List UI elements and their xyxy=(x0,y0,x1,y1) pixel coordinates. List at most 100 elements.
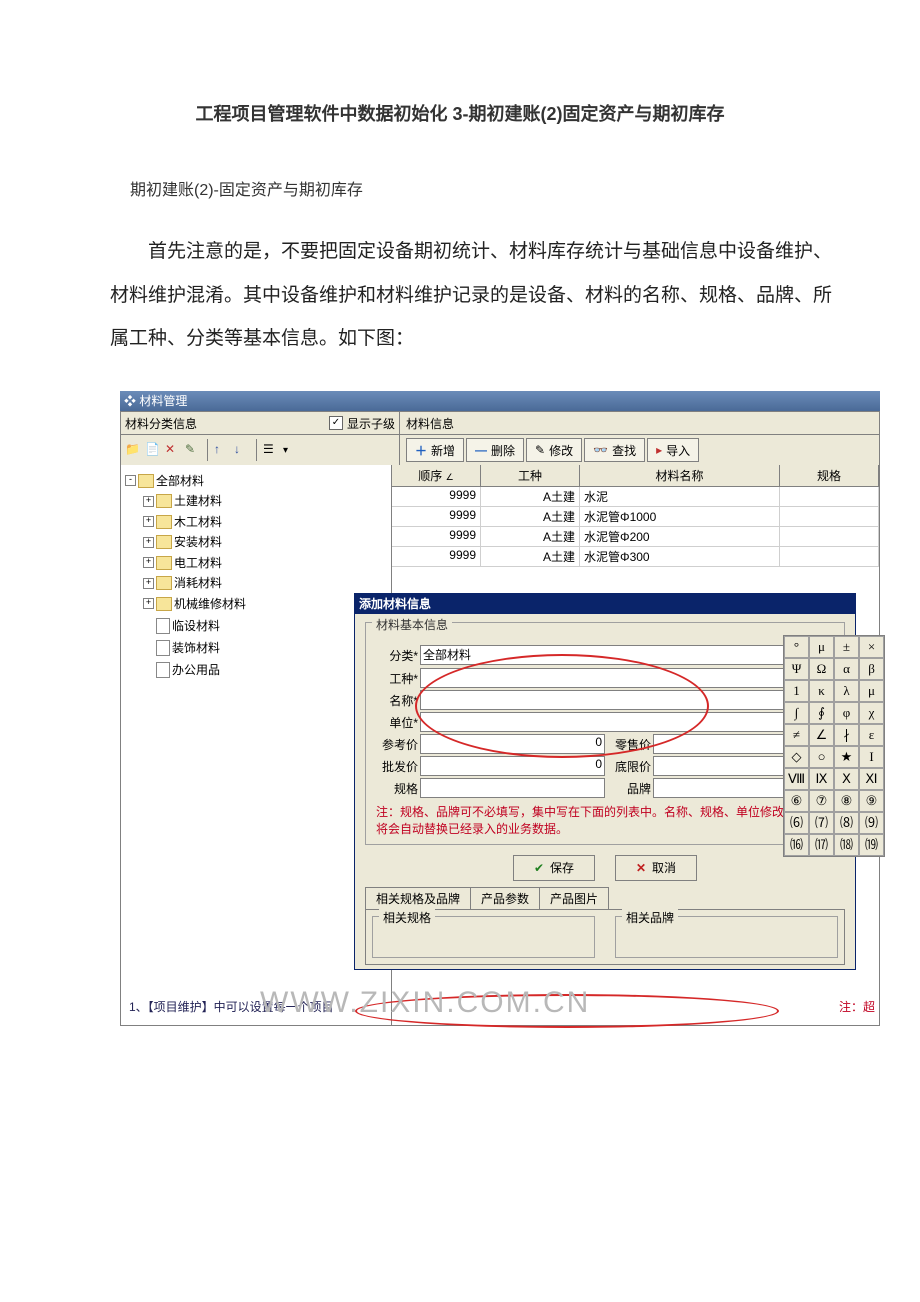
symbol-key[interactable]: φ xyxy=(834,702,859,724)
tree-item[interactable]: 临设材料 xyxy=(172,617,220,635)
symbol-key[interactable]: ⒆ xyxy=(859,834,884,856)
tree-item[interactable]: 机械维修材料 xyxy=(174,595,246,613)
expand-icon[interactable]: + xyxy=(143,578,154,589)
symbol-key[interactable]: ∤ xyxy=(834,724,859,746)
delete-icon[interactable]: ✕ xyxy=(165,442,181,458)
col-seq[interactable]: 顺序 ∠ xyxy=(392,465,481,486)
symbol-key[interactable]: 1 xyxy=(784,680,809,702)
symbol-key[interactable]: ° xyxy=(784,636,809,658)
symbol-key[interactable]: μ xyxy=(859,680,884,702)
symbol-key[interactable]: ★ xyxy=(834,746,859,768)
save-button[interactable]: ✔保存 xyxy=(513,855,595,881)
show-sublevel-checkbox[interactable]: ✓ xyxy=(329,416,343,430)
symbol-key[interactable]: ○ xyxy=(809,746,834,768)
expand-icon[interactable]: - xyxy=(125,475,136,486)
cancel-button[interactable]: ✕取消 xyxy=(615,855,697,881)
search-button[interactable]: 👓查找 xyxy=(584,438,645,462)
symbol-key[interactable]: Ⅺ xyxy=(859,768,884,790)
divider xyxy=(207,439,208,461)
symbol-key[interactable]: ⑼ xyxy=(859,812,884,834)
symbol-key[interactable]: ⑹ xyxy=(784,812,809,834)
edit-tree-icon[interactable]: ✎ xyxy=(185,442,201,458)
tree-item[interactable]: 电工材料 xyxy=(174,554,222,572)
tree-root[interactable]: 全部材料 xyxy=(156,472,204,490)
tree-item[interactable]: 木工材料 xyxy=(174,513,222,531)
symbol-key[interactable]: μ xyxy=(809,636,834,658)
symbol-key[interactable]: ⑨ xyxy=(859,790,884,812)
symbol-key[interactable]: ⑧ xyxy=(834,790,859,812)
symbol-key[interactable]: ∫ xyxy=(784,702,809,724)
x-icon: ✕ xyxy=(636,861,646,875)
expand-icon[interactable]: + xyxy=(143,557,154,568)
symbol-key[interactable]: Ⅷ xyxy=(784,768,809,790)
symbol-key[interactable]: Ψ xyxy=(784,658,809,680)
symbol-key[interactable]: Ω xyxy=(809,658,834,680)
expand-icon[interactable]: + xyxy=(143,598,154,609)
label-spec: 规格 xyxy=(372,780,420,797)
unit-input[interactable] xyxy=(420,712,821,732)
symbol-key[interactable]: Ⅸ xyxy=(809,768,834,790)
edit-button[interactable]: ✎修改 xyxy=(526,438,582,462)
refprice-input[interactable]: 0 xyxy=(420,734,605,754)
import-button[interactable]: ▸导入 xyxy=(647,438,699,462)
symbol-key[interactable]: ⑥ xyxy=(784,790,809,812)
col-name[interactable]: 材料名称 xyxy=(580,465,780,486)
symbol-key[interactable]: ⒅ xyxy=(834,834,859,856)
add-button[interactable]: ＋新增 xyxy=(406,438,464,462)
symbol-key[interactable]: ⑺ xyxy=(809,812,834,834)
symbol-key[interactable]: Ⅹ xyxy=(834,768,859,790)
symbol-key[interactable]: ± xyxy=(834,636,859,658)
document-icon xyxy=(156,618,170,634)
table-row[interactable]: 9999A土建水泥管Φ300 xyxy=(392,547,879,567)
tab-product-image[interactable]: 产品图片 xyxy=(539,887,609,909)
symbol-key[interactable]: κ xyxy=(809,680,834,702)
table-row[interactable]: 9999A土建水泥管Φ1000 xyxy=(392,507,879,527)
symbol-key[interactable]: × xyxy=(859,636,884,658)
dropdown-caret-icon[interactable]: ▾ xyxy=(283,445,288,456)
table-row[interactable]: 9999A土建水泥 xyxy=(392,487,879,507)
symbol-key[interactable]: ε xyxy=(859,724,884,746)
expand-icon[interactable]: + xyxy=(143,516,154,527)
tree-item[interactable]: 装饰材料 xyxy=(172,639,220,657)
symbol-key[interactable]: ⒃ xyxy=(784,834,809,856)
expand-icon[interactable]: + xyxy=(143,496,154,507)
category-tree[interactable]: - 全部材料 + 土建材料 + 木工材料 + 安装材料 + 电工材料 + 消耗材料 + 机械维… xyxy=(121,465,392,1025)
symbol-key[interactable]: Ι xyxy=(859,746,884,768)
symbol-key[interactable]: ⑦ xyxy=(809,790,834,812)
symbol-key[interactable]: χ xyxy=(859,702,884,724)
symbol-key[interactable]: ◇ xyxy=(784,746,809,768)
new-folder-icon[interactable]: 📁 xyxy=(125,442,141,458)
category-input[interactable]: 全部材料 xyxy=(420,645,810,665)
symbol-key[interactable]: ≠ xyxy=(784,724,809,746)
symbol-key[interactable]: λ xyxy=(834,680,859,702)
tree-item[interactable]: 消耗材料 xyxy=(174,574,222,592)
label-brand: 品牌 xyxy=(605,780,653,797)
document-icon xyxy=(156,662,170,678)
expand-icon[interactable]: + xyxy=(143,537,154,548)
symbol-key[interactable]: ∮ xyxy=(809,702,834,724)
check-icon: ✔ xyxy=(534,861,544,875)
tree-tool-icon[interactable]: ☰ xyxy=(263,442,279,458)
new-file-icon[interactable]: 📄 xyxy=(145,442,161,458)
table-row[interactable]: 9999A土建水泥管Φ200 xyxy=(392,527,879,547)
name-input[interactable] xyxy=(420,690,838,710)
tab-product-params[interactable]: 产品参数 xyxy=(470,887,540,909)
col-spec[interactable]: 规格 xyxy=(780,465,879,486)
col-type[interactable]: 工种 xyxy=(481,465,580,486)
tree-item[interactable]: 土建材料 xyxy=(174,492,222,510)
move-up-icon[interactable]: ↑ xyxy=(214,442,230,458)
symbol-key[interactable]: ⒄ xyxy=(809,834,834,856)
spec-input[interactable] xyxy=(420,778,605,798)
delete-button[interactable]: —删除 xyxy=(466,438,524,462)
wholesale-input[interactable]: 0 xyxy=(420,756,605,776)
tree-item[interactable]: 办公用品 xyxy=(172,661,220,679)
type-input[interactable] xyxy=(420,668,821,688)
tab-spec-brand[interactable]: 相关规格及品牌 xyxy=(365,887,471,909)
related-spec-fieldset: 相关规格 xyxy=(372,916,595,958)
symbol-key[interactable]: ⑻ xyxy=(834,812,859,834)
tree-item[interactable]: 安装材料 xyxy=(174,533,222,551)
symbol-key[interactable]: ∠ xyxy=(809,724,834,746)
move-down-icon[interactable]: ↓ xyxy=(234,442,250,458)
symbol-key[interactable]: β xyxy=(859,658,884,680)
symbol-key[interactable]: α xyxy=(834,658,859,680)
